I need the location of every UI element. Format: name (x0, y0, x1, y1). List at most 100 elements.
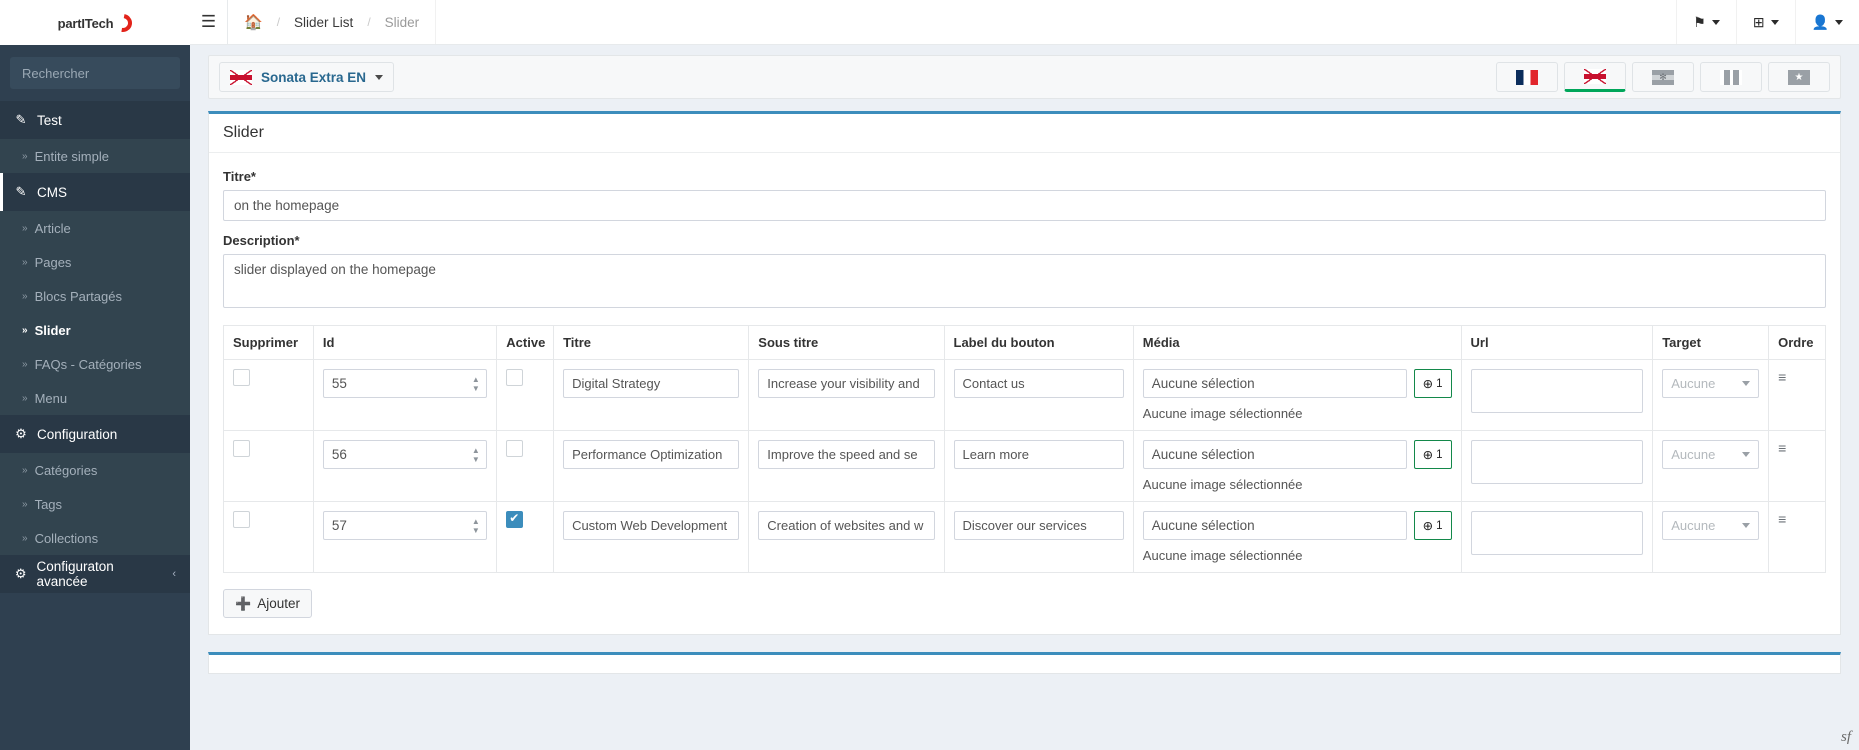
sidebar-item-label: Menu (35, 391, 68, 406)
plus-circle-icon: ➕ (235, 596, 251, 612)
media-select[interactable]: Aucune sélection (1143, 369, 1407, 398)
id-stepper[interactable]: ▲▼ (469, 373, 482, 394)
sidebar-item-pages[interactable]: »Pages (0, 245, 190, 279)
id-input[interactable] (323, 440, 487, 469)
column-header-url: Url (1461, 326, 1653, 360)
sidebar-group-configuration[interactable]: ⚙Configuration (0, 415, 190, 453)
flag-bars-icon (1720, 70, 1742, 85)
flag-icon: ⚑ (1693, 14, 1706, 31)
id-input[interactable] (323, 369, 487, 398)
media-add-button[interactable]: ⊕1 (1414, 511, 1452, 540)
target-select[interactable]: Aucune (1662, 369, 1759, 398)
label-bouton-input[interactable] (954, 511, 1124, 540)
titre-input[interactable] (223, 190, 1826, 221)
flag-button-ar[interactable] (1632, 62, 1694, 92)
brand-logo[interactable]: partITech (0, 0, 190, 45)
url-textarea[interactable] (1471, 440, 1644, 484)
description-textarea[interactable]: slider displayed on the homepage (223, 254, 1826, 308)
id-stepper[interactable]: ▲▼ (469, 444, 482, 465)
cell-media: Aucune sélection⊕1Aucune image sélection… (1133, 431, 1461, 502)
cell-ordre: ≡ (1769, 360, 1826, 431)
hamburger-icon[interactable]: ☰ (190, 0, 228, 44)
active-checkbox[interactable] (506, 511, 523, 528)
column-header-titre: Titre (554, 326, 749, 360)
sidebar-item-article[interactable]: »Article (0, 211, 190, 245)
sidebar-item-tags[interactable]: »Tags (0, 487, 190, 521)
user-menu[interactable]: 👤 (1795, 0, 1859, 44)
flag-button-star[interactable] (1768, 62, 1830, 92)
chevron-down-icon-3 (1835, 20, 1843, 25)
breadcrumb-item-slider-list[interactable]: Slider List (294, 15, 353, 30)
sidebar-item-collections[interactable]: »Collections (0, 521, 190, 555)
drag-handle-icon[interactable]: ≡ (1778, 369, 1786, 385)
id-stepper[interactable]: ▲▼ (469, 515, 482, 536)
cell-target: Aucune (1653, 502, 1769, 573)
description-label: Description* (223, 233, 1826, 248)
media-note: Aucune image sélectionnée (1143, 406, 1452, 421)
cell-target: Aucune (1653, 431, 1769, 502)
drag-handle-icon[interactable]: ≡ (1778, 511, 1786, 527)
media-add-button[interactable]: ⊕1 (1414, 440, 1452, 469)
double-chevron-right-icon: » (22, 533, 26, 544)
sidebar-group-label: Configuraton avancée (36, 559, 163, 589)
cell-active (497, 360, 554, 431)
cell-supprimer (224, 431, 314, 502)
delete-checkbox[interactable] (233, 440, 250, 457)
language-menu[interactable]: ⚑ (1676, 0, 1736, 44)
chevron-down-icon (1742, 523, 1750, 528)
media-add-button[interactable]: ⊕1 (1414, 369, 1452, 398)
chevron-left-icon[interactable]: ‹ (172, 568, 176, 580)
label-bouton-input[interactable] (954, 440, 1124, 469)
sidebar-group-configuraton-avanc-e[interactable]: ⚙Configuraton avancée‹ (0, 555, 190, 593)
id-input[interactable] (323, 511, 487, 540)
locale-dropdown[interactable]: Sonata Extra EN (219, 62, 394, 92)
sidebar-group-cms[interactable]: ✎CMS (0, 173, 190, 211)
cell-url (1461, 502, 1653, 573)
url-textarea[interactable] (1471, 369, 1644, 413)
drag-handle-icon[interactable]: ≡ (1778, 440, 1786, 456)
column-header-m-dia: Média (1133, 326, 1461, 360)
sidebar-item-slider[interactable]: »Slider (0, 313, 190, 347)
locale-dropdown-label: Sonata Extra EN (261, 70, 366, 85)
flag-uk-icon (1584, 69, 1606, 84)
media-select-label: Aucune sélection (1152, 518, 1255, 533)
sous-titre-input[interactable] (758, 511, 934, 540)
main-area: ☰ 🏠 / Slider List / Slider ⚑ ⊞ 👤 (190, 0, 1859, 750)
titre-input[interactable] (563, 369, 739, 398)
cell-label-bouton (944, 431, 1133, 502)
delete-checkbox[interactable] (233, 511, 250, 528)
flag-button-bars[interactable] (1700, 62, 1762, 92)
add-row-button[interactable]: ➕ Ajouter (223, 589, 312, 618)
cell-id: ▲▼ (313, 502, 496, 573)
home-icon[interactable]: 🏠 (244, 13, 263, 31)
media-select[interactable]: Aucune sélection (1143, 440, 1407, 469)
target-select[interactable]: Aucune (1662, 511, 1759, 540)
sidebar-item-cat-gories[interactable]: »Catégories (0, 453, 190, 487)
sidebar-item-faqs-cat-gories[interactable]: »FAQs - Catégories (0, 347, 190, 381)
sidebar-item-entite-simple[interactable]: »Entite simple (0, 139, 190, 173)
cell-sous-titre (749, 360, 944, 431)
delete-checkbox[interactable] (233, 369, 250, 386)
titre-input[interactable] (563, 511, 739, 540)
titre-input[interactable] (563, 440, 739, 469)
label-bouton-input[interactable] (954, 369, 1124, 398)
url-textarea[interactable] (1471, 511, 1644, 555)
flag-button-en[interactable] (1564, 62, 1626, 92)
sidebar-item-blocs-partag-s[interactable]: »Blocs Partagés (0, 279, 190, 313)
target-select[interactable]: Aucune (1662, 440, 1759, 469)
sous-titre-input[interactable] (758, 440, 934, 469)
create-menu[interactable]: ⊞ (1736, 0, 1795, 44)
chevron-down-icon (1742, 452, 1750, 457)
table-header-row: SupprimerIdActiveTitreSous titreLabel du… (224, 326, 1826, 360)
sidebar-group-test[interactable]: ✎Test (0, 101, 190, 139)
sous-titre-input[interactable] (758, 369, 934, 398)
sidebar-item-menu[interactable]: »Menu (0, 381, 190, 415)
plus-circle-icon: ⊕ (1423, 518, 1433, 533)
breadcrumb: 🏠 / Slider List / Slider (228, 0, 436, 44)
search-input[interactable] (20, 65, 200, 82)
active-checkbox[interactable] (506, 369, 523, 386)
media-select[interactable]: Aucune sélection (1143, 511, 1407, 540)
flag-button-fr[interactable] (1496, 62, 1558, 92)
chevron-down-icon (1742, 381, 1750, 386)
active-checkbox[interactable] (506, 440, 523, 457)
